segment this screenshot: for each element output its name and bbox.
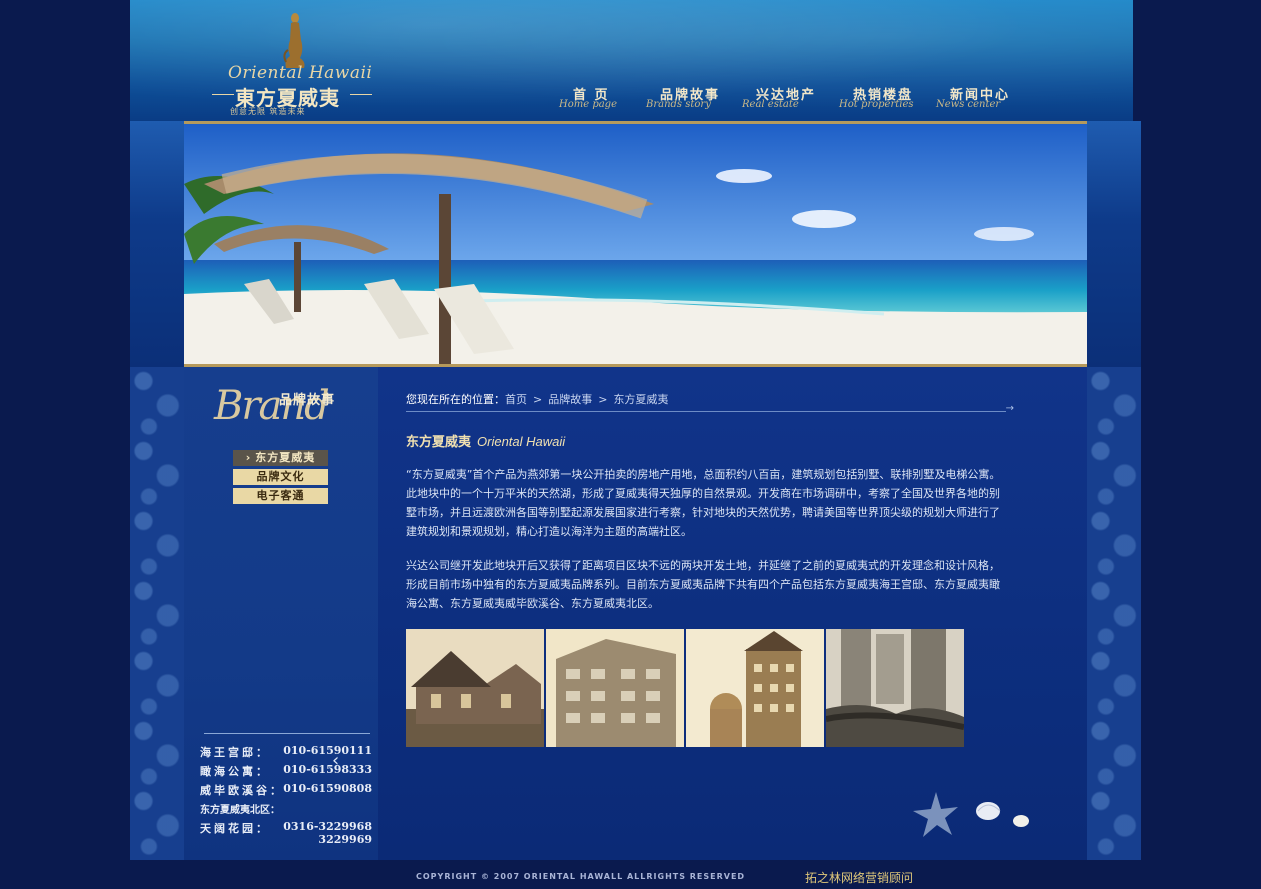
copyright-text: COPYRIGHT © 2007 ORIENTAL HAWALL ALLRIGH… [416,872,746,881]
contact-number: 010-61590808 [283,782,372,795]
photo-apartment[interactable] [546,629,684,747]
damask-pattern-right [1087,367,1141,860]
nav-home-sub: Home page [559,99,618,110]
breadcrumb-divider [406,403,1014,414]
breadcrumb-current: 东方夏威夷 [613,393,669,406]
header: Oriental Hawaii 東方夏威夷 创意无限 筑造未来 首 页 Home… [130,0,1133,121]
highrise-image [826,629,964,747]
logo-line-left [212,94,234,95]
sidebar-item-oriental-hawaii[interactable]: 东方夏威夷 [233,450,328,466]
contact-label: 海王宫邸： [200,746,270,759]
sidebar-item-e-service[interactable]: 电子客通 [233,488,328,504]
nav-real-estate-sub: Real estate [742,99,799,110]
beach-banner [184,121,1087,367]
contact-row: 瞰海公寓： 010-61598333 [200,763,374,782]
history-paragraph: 兴达公司继开发此地块开后又获得了距离项目区块不远的两块开发土地，并延继了之前的夏… [406,559,1000,610]
breadcrumb-lead: 您现在所在的位置： [406,393,505,406]
photo-highrise[interactable] [826,629,964,747]
photo-tower[interactable] [686,629,824,747]
contact-row: 海王宫邸： 010-61590111 [200,744,374,763]
nav-home[interactable]: 首 页 Home page [555,84,635,114]
starfish-shells-decoration [913,792,1029,837]
beach-scene-image [184,124,1087,364]
apartment-image [546,629,684,747]
nav-real-estate[interactable]: 兴达地产 Real estate [738,84,818,114]
sidebar-menu: 东方夏威夷 品牌文化 电子客通 [233,450,328,507]
damask-pattern-left [130,367,184,860]
banner-band-left [130,121,184,367]
property-photos [406,629,966,747]
contact-label: 瞰海公寓： [200,765,270,778]
villa-image [406,629,544,747]
nav-brand-story-sub: Brands story [646,99,711,110]
contact-divider [204,733,370,734]
contact-row: 3229969 [200,833,374,847]
tower-image [686,629,824,747]
contact-number: 3229969 [318,833,372,846]
page-title-english: Oriental Hawaii [477,434,566,449]
brand-heading-chinese: 品牌故事 [279,393,336,408]
contact-list: 海王宫邸： 010-61590111 瞰海公寓： 010-61598333 威毕… [200,733,374,847]
sidebar-item-brand-culture[interactable]: 品牌文化 [233,469,328,485]
contact-number: 010-61598333 [283,763,372,776]
nav-brand-story[interactable]: 品牌故事 Brands story [642,84,722,114]
brand-heading: Brand 品牌故事 [214,375,354,430]
sidebar: Brand 品牌故事 东方夏威夷 品牌文化 电子客通 海王宫邸： 010-615… [184,367,378,860]
chevron-left-icon[interactable]: ‹ [332,750,339,771]
page-title-chinese: 东方夏威夷 [406,435,472,450]
main-content: 您现在所在的位置：首页 > 品牌故事 > 东方夏威夷 东方夏威夷 Oriental Haw… [378,367,1087,860]
logo-slogan: 创意无限 筑造未来 [230,107,306,116]
contact-label: 东方夏威夷北区： [200,805,280,816]
breadcrumb-brand-story[interactable]: 品牌故事 [548,393,592,406]
contact-row: 东方夏威夷北区： [200,801,374,820]
page-wrapper: Oriental Hawaii 東方夏威夷 创意无限 筑造未来 首 页 Home… [130,0,1141,860]
breadcrumb: 您现在所在的位置：首页 > 品牌故事 > 东方夏威夷 [406,391,668,407]
nav-news-center-sub: News center [936,99,1001,110]
contact-label: 威毕欧溪谷： [200,784,284,797]
nav-hot-properties[interactable]: 热销楼盘 Hot properties [835,84,915,114]
logo-line-right [350,94,372,95]
breadcrumb-home[interactable]: 首页 [505,393,527,406]
logo-english: Oriental Hawaii [228,63,373,83]
nav-news-center[interactable]: 新闻中心 News center [932,84,1012,114]
breadcrumb-separator: > [598,393,608,406]
intro-paragraph: “东方夏威夷”首个产品为燕郊第一块公开拍卖的房地产用地，总面积约八百亩，建筑规划… [406,468,1001,538]
breadcrumb-separator: > [533,393,543,406]
contact-row: 威毕欧溪谷： 010-61590808 [200,782,374,801]
contact-number: 0316-3229968 [283,820,372,833]
photo-villa[interactable] [406,629,544,747]
contact-number: 010-61590111 [283,744,372,757]
nav-hot-properties-sub: Hot properties [839,99,914,110]
banner-band-right [1087,121,1141,367]
credit-link[interactable]: 拓之林网络营销顾问 [805,869,913,886]
logo[interactable]: Oriental Hawaii 東方夏威夷 创意无限 筑造未来 [210,8,375,116]
mermaid-statue-icon [283,13,305,68]
page-title: 东方夏威夷 Oriental Hawaii [406,431,565,450]
